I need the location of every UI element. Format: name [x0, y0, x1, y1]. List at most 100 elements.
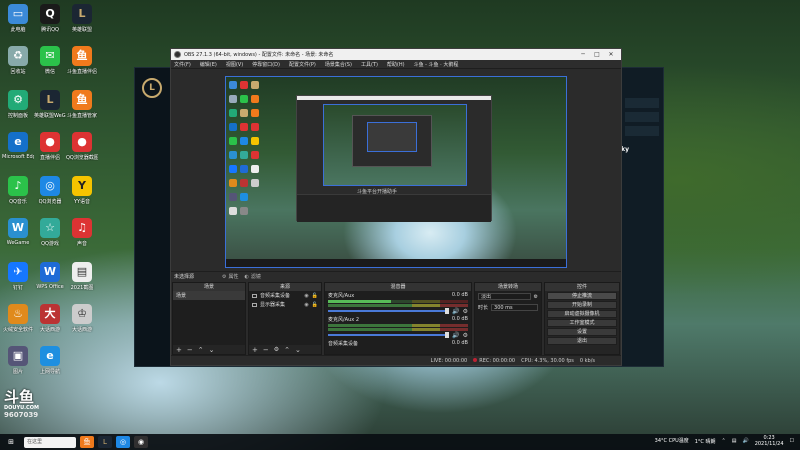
league-taskbar-icon[interactable]: L — [98, 436, 112, 448]
weather-status: 1°C 晴朗 — [694, 438, 716, 445]
slider-handle[interactable] — [445, 308, 450, 314]
browser-taskbar-icon[interactable]: ◎ — [116, 436, 130, 448]
desktop-icon-yy[interactable]: Y YY语音 — [66, 176, 98, 205]
stop-streaming-button[interactable]: 停止推流 — [547, 292, 617, 300]
minimize-icon[interactable]: ─ — [576, 51, 590, 58]
network-icon[interactable]: ▤ — [732, 438, 737, 444]
desktop-icon-pictures[interactable]: ▣ 图片 — [2, 346, 34, 375]
exit-button[interactable]: 退出 — [547, 337, 617, 345]
menu-file[interactable]: 文件(F) — [174, 61, 191, 68]
volume-slider[interactable] — [328, 308, 450, 314]
scenes-dock-title: 场景 — [173, 283, 245, 291]
desktop-icon-qqgame[interactable]: ☆ QQ游戏 — [34, 218, 66, 247]
source-name: 音频采集设备 — [260, 293, 291, 299]
menu-docks[interactable]: 停靠窗口(D) — [252, 61, 280, 68]
filters-button[interactable]: ◐ 滤镜 — [245, 273, 261, 281]
desktop-icon-shot[interactable]: ● QQ浏览器截图 — [66, 132, 98, 161]
menu-profile[interactable]: 配置文件(P) — [289, 61, 316, 68]
gear-icon[interactable]: ⚙ — [463, 308, 468, 315]
desktop-icon-wps[interactable]: W WPS Office — [34, 262, 66, 290]
add-icon[interactable]: + — [176, 346, 182, 354]
desktop-icon-ie[interactable]: e 上网导航 — [34, 346, 66, 375]
properties-button[interactable]: ⚙ 属性 — [222, 273, 239, 281]
volume-meter — [328, 324, 468, 327]
studio-mode-button[interactable]: 工作室模式 — [547, 319, 617, 327]
preview-canvas[interactable]: 斗鱼平台开播助手 — [225, 76, 567, 268]
sound-icon: ♫ — [72, 218, 92, 238]
eye-icon[interactable]: ◉ — [304, 293, 308, 299]
gear-icon[interactable]: ⚙ — [534, 294, 538, 300]
taskbar-search[interactable]: 在这里 — [24, 436, 76, 448]
desktop-icon-game2[interactable]: ♔ 大话西游 — [66, 304, 98, 333]
maximize-icon[interactable]: □ — [590, 51, 604, 58]
speaker-icon[interactable]: 🔊 — [452, 308, 459, 315]
virtual-camera-button[interactable]: 启动虚拟摄像机 — [547, 310, 617, 318]
desktop-icon-live[interactable]: ● 直播伴侣 — [34, 132, 66, 161]
scene-item[interactable]: 场景 — [173, 291, 245, 300]
desktop-icon-label: Microsoft Edge — [2, 154, 34, 160]
start-icon[interactable]: ⊞ — [4, 436, 18, 448]
desktop-icon-wechat[interactable]: ✉ 微信 — [34, 46, 66, 75]
menu-view[interactable]: 视图(V) — [226, 61, 243, 68]
move-up-icon[interactable]: ⌃ — [198, 346, 204, 354]
desktop-icon-douyu2[interactable]: 鱼 斗鱼直播管家 — [66, 90, 98, 119]
menu-douyu[interactable]: 斗鱼 - 斗鱼 · 大鹅程 — [414, 61, 459, 68]
menu-scene-collection[interactable]: 场景集合(S) — [325, 61, 352, 68]
douyu-taskbar-icon[interactable]: 鱼 — [80, 436, 94, 448]
desktop-icon-screenshot[interactable]: ▤ 2021截图 — [66, 262, 98, 291]
desktop-icon-control[interactable]: ⚙ 控制面板 — [2, 90, 34, 119]
obs-window[interactable]: OBS 27.1.3 (64-bit, windows) - 配置文件: 未命名… — [170, 48, 622, 366]
remove-icon[interactable]: − — [187, 346, 193, 354]
sources-dock-footer: + − ⚙ ⌃ ⌄ — [249, 345, 321, 354]
source-item[interactable]: 显示器采集 ◉ 🔓 — [249, 300, 321, 309]
duration-input[interactable]: 300 ms — [491, 304, 538, 311]
desktop-icon-sound[interactable]: ♫ 声音 — [66, 218, 98, 247]
close-icon[interactable]: ✕ — [604, 51, 618, 58]
lock-icon[interactable]: 🔓 — [312, 293, 318, 299]
move-down-icon[interactable]: ⌄ — [295, 346, 301, 354]
clock[interactable]: 0:23 2021/11/24 — [755, 435, 784, 447]
volume-slider[interactable] — [328, 332, 450, 338]
slider-handle[interactable] — [445, 332, 450, 338]
menu-edit[interactable]: 编辑(E) — [200, 61, 217, 68]
speaker-icon[interactable]: 🔊 — [452, 332, 459, 339]
transition-type-select[interactable]: 淡出 — [478, 293, 531, 300]
desktop-icon-lol[interactable]: L 英雄联盟 — [66, 4, 98, 33]
microphone-icon — [252, 293, 257, 298]
desktop-icon-dingtalk[interactable]: ✈ 钉钉 — [2, 262, 34, 291]
eye-icon[interactable]: ◉ — [304, 302, 308, 308]
desktop-icon-recycle[interactable]: ♻ 回收站 — [2, 46, 34, 75]
chevron-up-icon[interactable]: ⌃ — [722, 438, 726, 444]
volume-icon[interactable]: 🔊 — [742, 438, 748, 444]
notification-icon[interactable]: ☐ — [790, 438, 794, 444]
move-down-icon[interactable]: ⌄ — [209, 346, 215, 354]
mixer-channel: 麦克风/Aux 0.0 dB 🔊 ⚙ — [325, 291, 471, 315]
desktop-icon-edge[interactable]: e Microsoft Edge — [2, 132, 34, 160]
settings-button[interactable]: 设置 — [547, 328, 617, 336]
source-item[interactable]: 音频采集设备 ◉ 🔓 — [249, 291, 321, 300]
menu-tools[interactable]: 工具(T) — [361, 61, 378, 68]
desktop-icon-lol-wegame[interactable]: L 英雄联盟WeGame版 — [34, 90, 66, 119]
desktop-icon-huorong[interactable]: ♨ 火绒安全软件 — [2, 304, 34, 333]
desktop-icon-qqmusic[interactable]: ♪ QQ音乐 — [2, 176, 34, 205]
gear-icon[interactable]: ⚙ — [463, 332, 468, 339]
desktop-icon-this-pc[interactable]: ▭ 此电脑 — [2, 4, 34, 33]
desktop-icon-dahua[interactable]: 大 大话西游 — [34, 304, 66, 333]
gear-icon[interactable]: ⚙ — [274, 346, 279, 353]
douyu-room-number: 9607039 — [4, 411, 39, 419]
desktop-icon-qqbrowser[interactable]: ◎ QQ浏览器 — [34, 176, 66, 205]
recycle-bin-icon: ♻ — [8, 46, 28, 66]
wps-icon: W — [40, 262, 60, 282]
obs-titlebar[interactable]: OBS 27.1.3 (64-bit, windows) - 配置文件: 未命名… — [171, 49, 621, 60]
lock-icon[interactable]: 🔓 — [312, 302, 318, 308]
lol-panel-bar — [625, 98, 659, 108]
desktop-icon-qq[interactable]: Q 腾讯QQ — [34, 4, 66, 33]
add-icon[interactable]: + — [252, 346, 258, 354]
move-up-icon[interactable]: ⌃ — [284, 346, 290, 354]
desktop-icon-wegame[interactable]: W WeGame — [2, 218, 34, 246]
obs-taskbar-icon[interactable]: ◉ — [134, 436, 148, 448]
start-recording-button[interactable]: 开始录制 — [547, 301, 617, 309]
remove-icon[interactable]: − — [263, 346, 269, 354]
desktop-icon-douyu[interactable]: 鱼 斗鱼直播伴侣 — [66, 46, 98, 75]
menu-help[interactable]: 帮助(H) — [387, 61, 405, 68]
